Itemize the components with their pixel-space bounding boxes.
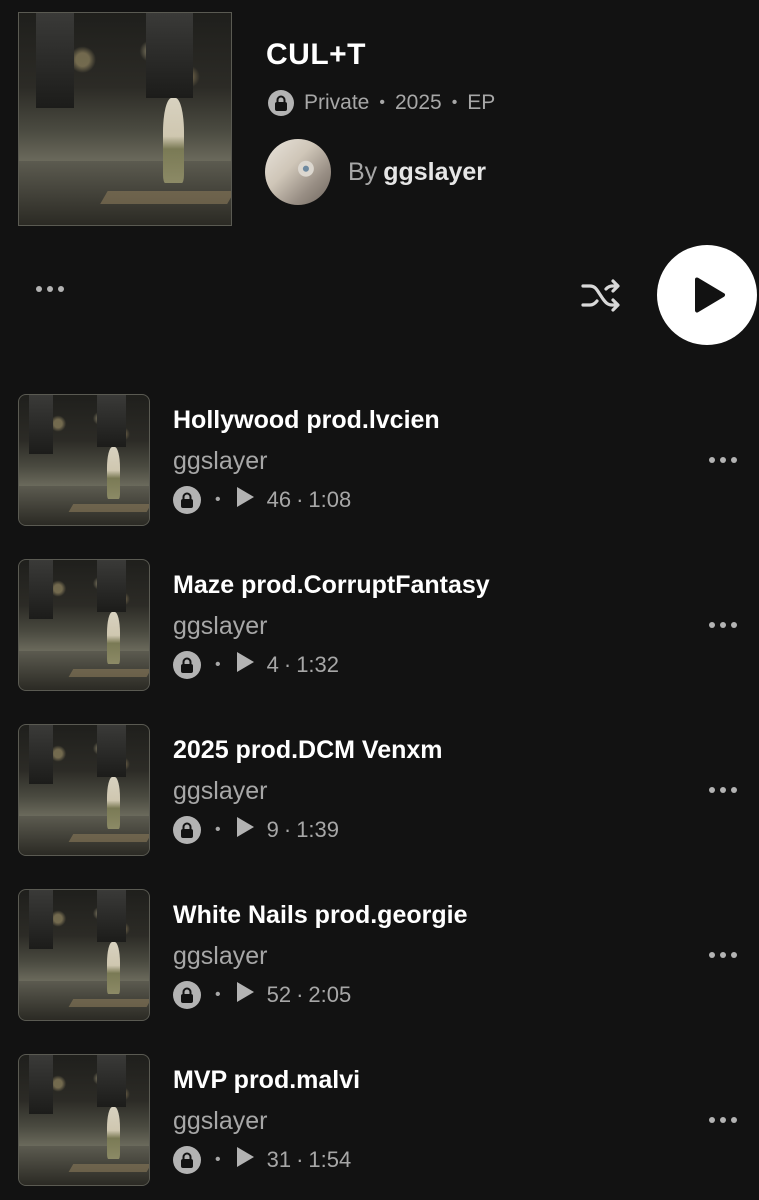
lock-icon — [173, 651, 201, 679]
track-artwork — [18, 724, 150, 856]
play-count: 46 — [266, 487, 292, 512]
track-more-icon[interactable] — [709, 622, 737, 628]
play-count-icon — [235, 816, 255, 844]
lock-icon — [268, 90, 294, 116]
track-artist[interactable]: ggslayer — [173, 612, 268, 641]
more-options-icon[interactable] — [36, 286, 64, 292]
artist-name[interactable]: ggslayer — [383, 158, 486, 186]
play-count-icon — [235, 981, 255, 1009]
track-title: White Nails prod.georgie — [173, 901, 468, 929]
track-artist[interactable]: ggslayer — [173, 942, 268, 971]
lock-icon — [173, 816, 201, 844]
track-row[interactable]: Maze prod.CorruptFantasy ggslayer • 4 · … — [0, 559, 759, 699]
track-title: Hollywood prod.lvcien — [173, 406, 440, 434]
album-meta: Private • 2025 • EP — [268, 90, 495, 116]
album-title: CUL+T — [266, 38, 366, 71]
track-duration: 2:05 — [308, 982, 352, 1007]
lock-icon — [173, 981, 201, 1009]
play-count: 9 — [266, 817, 279, 842]
visibility-label: Private — [304, 91, 370, 114]
track-more-icon[interactable] — [709, 457, 737, 463]
play-count-icon — [235, 486, 255, 514]
track-title: Maze prod.CorruptFantasy — [173, 571, 490, 599]
play-count: 4 — [266, 652, 279, 677]
track-row[interactable]: 2025 prod.DCM Venxm ggslayer • 9 · 1:39 — [0, 724, 759, 864]
by-label: By — [348, 158, 378, 186]
track-artwork — [18, 889, 150, 1021]
shuffle-icon[interactable] — [580, 274, 622, 316]
track-stats: • 9 · 1:39 — [173, 816, 339, 844]
track-duration: 1:08 — [308, 487, 352, 512]
track-duration: 1:32 — [296, 652, 340, 677]
track-stats: • 52 · 2:05 — [173, 981, 351, 1009]
track-title: 2025 prod.DCM Venxm — [173, 736, 443, 764]
track-stats: • 46 · 1:08 — [173, 486, 351, 514]
track-artwork — [18, 1054, 150, 1186]
album-artwork[interactable] — [18, 12, 232, 226]
track-row[interactable]: Hollywood prod.lvcien ggslayer • 46 · 1:… — [0, 394, 759, 534]
play-count: 52 — [266, 982, 292, 1007]
play-count-icon — [235, 1146, 255, 1174]
track-title: MVP prod.malvi — [173, 1066, 361, 1094]
track-duration: 1:39 — [296, 817, 340, 842]
artist-avatar[interactable] — [265, 139, 331, 205]
track-artwork — [18, 394, 150, 526]
track-row[interactable]: White Nails prod.georgie ggslayer • 52 ·… — [0, 889, 759, 1029]
track-artist[interactable]: ggslayer — [173, 777, 268, 806]
track-stats: • 31 · 1:54 — [173, 1146, 351, 1174]
lock-icon — [173, 1146, 201, 1174]
track-more-icon[interactable] — [709, 787, 737, 793]
track-more-icon[interactable] — [709, 1117, 737, 1123]
lock-icon — [173, 486, 201, 514]
release-type: EP — [467, 91, 496, 114]
release-year: 2025 — [394, 91, 442, 114]
play-button[interactable] — [657, 245, 757, 345]
track-stats: • 4 · 1:32 — [173, 651, 339, 679]
track-more-icon[interactable] — [709, 952, 737, 958]
track-duration: 1:54 — [308, 1147, 352, 1172]
track-artist[interactable]: ggslayer — [173, 1107, 268, 1136]
artist-byline[interactable]: By ggslayer — [348, 158, 486, 187]
play-count: 31 — [266, 1147, 292, 1172]
track-row[interactable]: MVP prod.malvi ggslayer • 31 · 1:54 — [0, 1054, 759, 1194]
play-count-icon — [235, 651, 255, 679]
track-artwork — [18, 559, 150, 691]
track-artist[interactable]: ggslayer — [173, 447, 268, 476]
play-icon — [695, 277, 725, 313]
